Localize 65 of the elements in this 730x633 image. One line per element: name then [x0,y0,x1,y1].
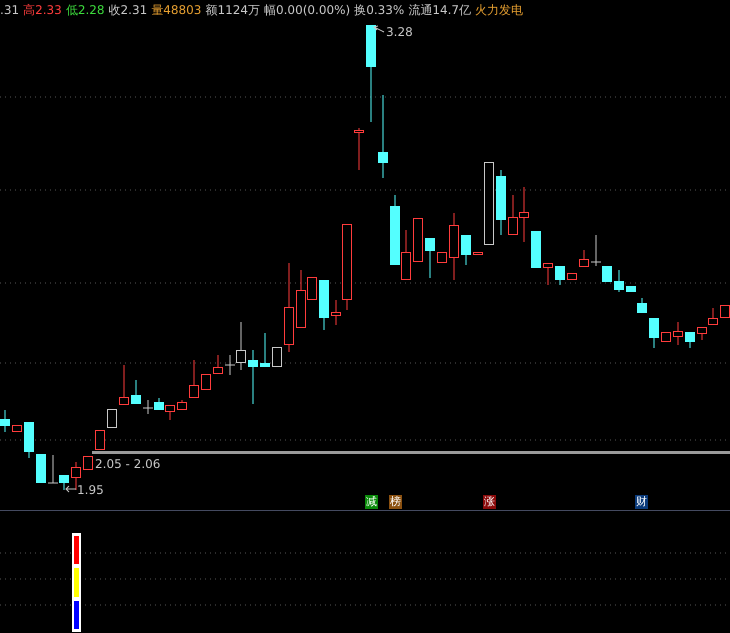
candlestick [354,128,364,170]
candlestick [154,398,164,410]
event-marker[interactable]: 涨 [483,495,496,509]
candlestick [437,252,447,264]
candlestick [661,332,671,342]
leader-line [65,486,76,492]
candlestick [413,218,423,262]
candlestick [508,194,518,236]
candlestick [531,230,541,268]
quote-field: 火力发电 [475,2,524,18]
quote-field: 高2.33 [23,2,62,18]
quote-field: 收2.31 [108,2,148,18]
quote-field: 额1124万 [205,2,260,18]
candlestick [83,456,93,470]
candlestick [107,408,117,428]
quote-field: 量48803 [151,2,202,18]
event-marker[interactable]: 榜 [389,495,402,509]
candlestick [425,238,435,278]
candlestick [131,380,141,404]
candlestick [449,212,459,280]
candlestick [248,350,258,404]
candlestick [614,270,624,292]
candlestick [637,298,647,314]
candlestick [24,422,34,458]
candlestick [543,262,553,286]
candlestick [555,266,565,286]
candlestick [685,332,695,348]
candlestick [496,170,506,236]
candlestick [649,318,659,348]
candlestick [189,360,199,398]
candlestick [461,234,471,266]
quote-field: .31 [0,3,20,17]
candlestick [697,326,707,340]
candlestick [390,194,400,266]
event-marker[interactable]: 减 [365,495,378,509]
candlestick [201,374,211,390]
price-range-label: 2.05 - 2.06 [95,457,160,471]
candlestick [567,272,577,280]
candlestick [519,186,529,242]
high-price-label: 3.28 [386,25,413,39]
candlestick [579,250,589,268]
candlestick [473,252,483,256]
candlestick [119,364,129,406]
candlestick [0,410,10,432]
candlestick [12,424,22,432]
candlestick [177,400,187,410]
candlestick [272,346,282,368]
candlestick [95,430,105,450]
quote-field: 换0.33% [354,2,404,18]
event-marker[interactable]: 财 [635,495,648,509]
candlestick [401,230,411,280]
candlestick [673,322,683,346]
candlestick [626,286,636,292]
candlestick [36,454,46,484]
leader-line [373,26,384,32]
quote-field: 低2.28 [66,2,105,18]
quote-field: 流通14.7亿 [408,2,472,18]
candlestick [142,400,154,414]
candlestick [319,280,329,330]
low-price-label: 1.95 [77,483,104,497]
candlestick [213,354,223,374]
candlestick [260,332,270,368]
candlestick [708,308,718,326]
candlestick [165,404,175,420]
quote-field: 幅0.00(0.00%) [264,2,350,18]
